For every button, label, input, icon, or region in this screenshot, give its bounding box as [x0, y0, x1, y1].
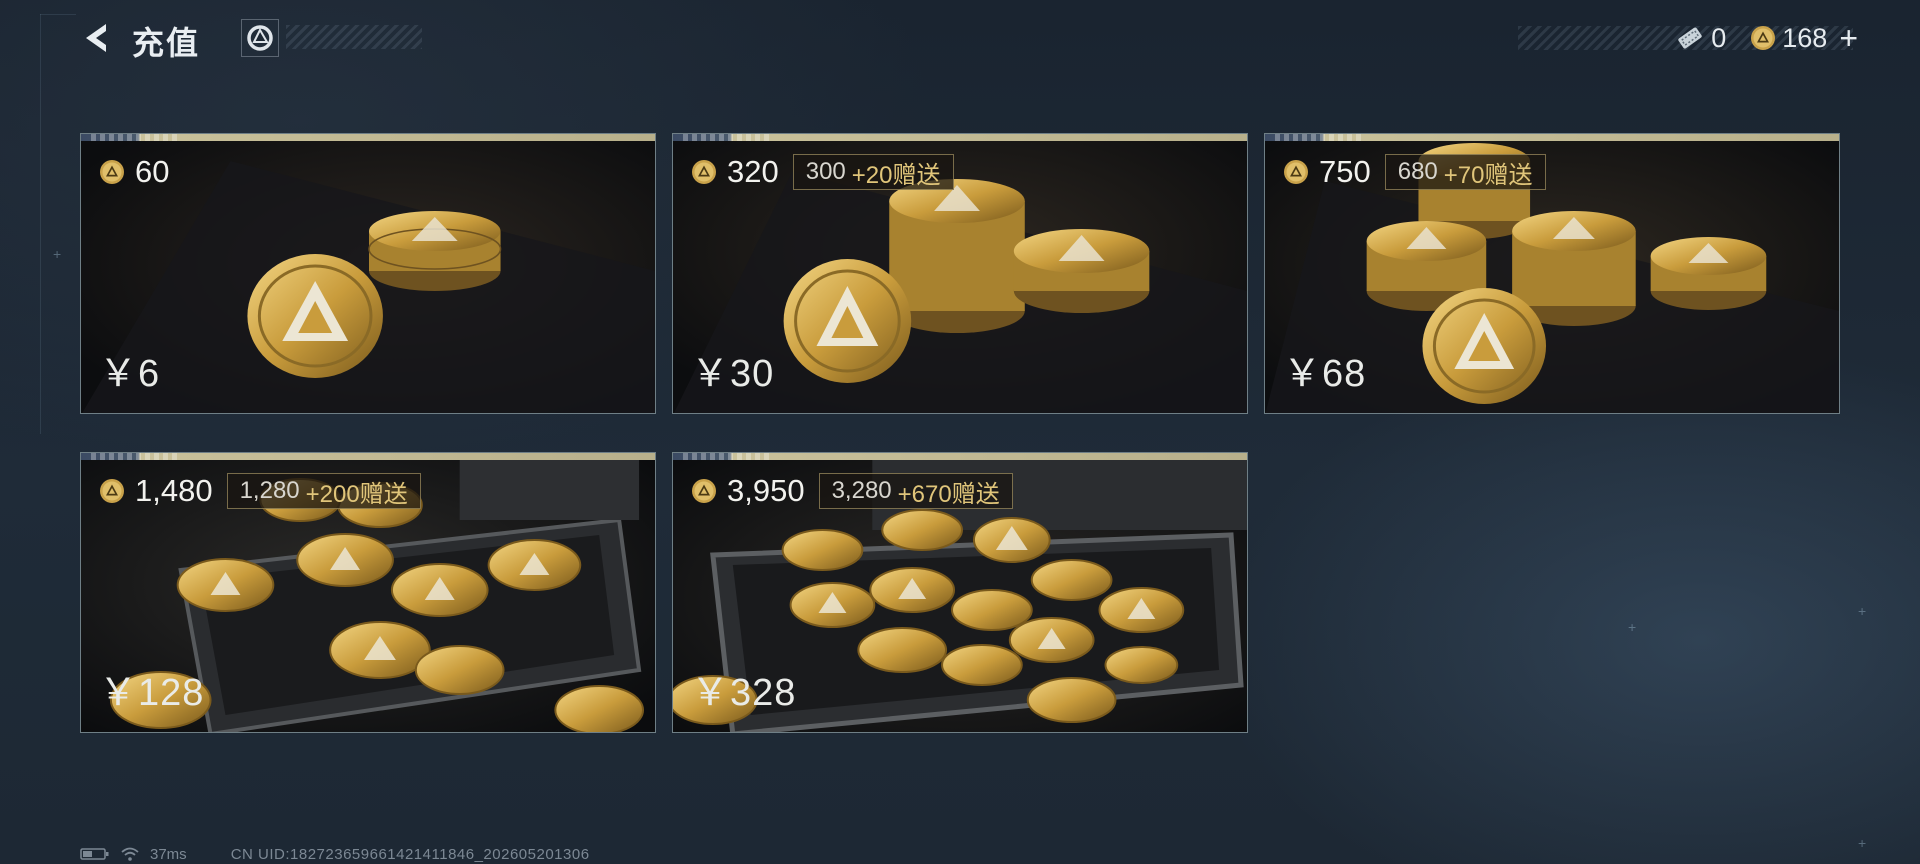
coin-amount-row: 1,480 1,280 +200赠送	[99, 473, 421, 509]
bonus-base: 3,280	[831, 477, 892, 504]
player-uid: CN UID:18272365966142141​1846_2026052013…	[230, 845, 590, 863]
package-price: ￥128	[99, 672, 205, 714]
back-button[interactable]	[78, 20, 114, 56]
bonus-tag: 680 +70赠送	[1384, 154, 1546, 190]
coin-amount: 750	[1319, 154, 1371, 189]
package-grid: 60 ￥6 320 300 +20赠送 ￥30 750 680 +70赠送 ￥6…	[80, 133, 1842, 735]
package-card-1480[interactable]: 1,480 1,280 +200赠送 ￥128	[80, 452, 656, 733]
frame-cross-mark: +	[53, 246, 62, 262]
back-arrow-icon	[86, 24, 106, 52]
frame-cross-mark: +	[1858, 835, 1867, 851]
frame-cross-mark: +	[1858, 603, 1867, 619]
package-price: ￥328	[691, 672, 797, 714]
bonus-tag: 300 +20赠送	[792, 154, 954, 190]
package-card-60[interactable]: 60 ￥6	[80, 133, 656, 414]
bonus-tag: 3,280 +670赠送	[818, 473, 1013, 509]
bonus-extra: +20赠送	[851, 161, 941, 189]
card-header-dots	[91, 453, 181, 460]
package-price: ￥68	[1283, 353, 1367, 395]
ticket-balance-value: 0	[1711, 22, 1727, 53]
coin-icon	[1284, 160, 1308, 184]
header-hatch-decoration	[286, 25, 422, 49]
coin-amount: 1,480	[135, 473, 213, 508]
bonus-extra: +70赠送	[1443, 161, 1533, 189]
card-header-dots	[683, 134, 773, 141]
coin-amount-row: 60	[99, 154, 169, 190]
ticket-balance: 0	[1675, 23, 1726, 54]
package-card-320[interactable]: 320 300 +20赠送 ￥30	[672, 133, 1248, 414]
package-card-3950[interactable]: 3,950 3,280 +670赠送 ￥328	[672, 452, 1248, 733]
coin-balance-value: 168	[1782, 22, 1828, 53]
battery-icon	[80, 848, 109, 860]
bonus-extra: +670赠送	[897, 480, 1000, 508]
bonus-tag: 1,280 +200赠送	[226, 473, 421, 509]
game-logo-button[interactable]	[241, 19, 279, 57]
currency-bar: 0 168 +	[1675, 20, 1858, 57]
package-card-750[interactable]: 750 680 +70赠送 ￥68	[1264, 133, 1840, 414]
ping-value: 37ms	[150, 845, 187, 863]
wifi-icon	[121, 847, 139, 861]
coin-icon	[692, 479, 716, 503]
coin-icon	[1751, 26, 1776, 50]
coin-amount-row: 320 300 +20赠送	[691, 154, 954, 190]
ticket-icon	[1678, 27, 1702, 49]
add-coins-button[interactable]: +	[1839, 20, 1858, 57]
coin-balance: 168	[1750, 23, 1827, 54]
bonus-extra: +200赠送	[305, 480, 408, 508]
page-title: 充值	[132, 25, 201, 61]
coin-amount-row: 3,950 3,280 +670赠送	[691, 473, 1013, 509]
coin-icon	[100, 479, 124, 503]
package-price: ￥30	[691, 353, 775, 395]
bonus-base: 680	[1397, 158, 1438, 185]
coin-amount: 60	[135, 154, 170, 189]
card-header-dots	[683, 453, 773, 460]
coin-icon	[692, 160, 716, 184]
coin-amount: 3,950	[727, 473, 805, 508]
top-bar: 充值 0 168 +	[0, 0, 1920, 80]
package-price: ￥6	[99, 353, 161, 395]
coin-icon	[100, 160, 124, 184]
status-footer: 37ms CN UID:18272365966142141​1846_20260…	[80, 845, 590, 863]
card-header-dots	[91, 134, 181, 141]
bonus-base: 300	[805, 158, 846, 185]
coin-amount-row: 750 680 +70赠送	[1283, 154, 1546, 190]
coin-amount: 320	[727, 154, 779, 189]
card-header-dots	[1275, 134, 1365, 141]
bonus-base: 1,280	[239, 477, 300, 504]
game-logo-icon	[247, 25, 273, 51]
recharge-page: + + + + 充值 0 168 + 60 ￥6 320 300 +20赠送 ￥…	[0, 0, 1920, 864]
